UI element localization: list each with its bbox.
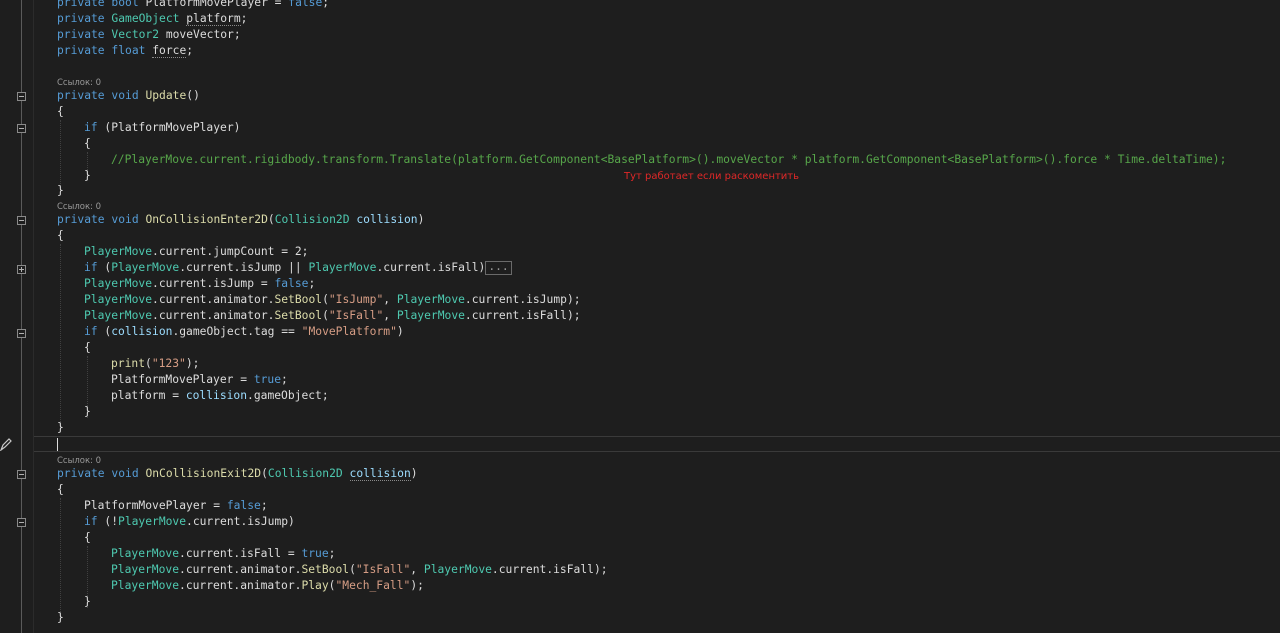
code-line[interactable]: private float force;: [57, 43, 193, 59]
quick-action-pencil-icon[interactable]: [0, 437, 12, 451]
code-line[interactable]: PlayerMove.current.animator.SetBool("IsF…: [84, 308, 581, 324]
code-line[interactable]: {: [84, 340, 91, 356]
code-line[interactable]: {: [57, 482, 64, 498]
code-line[interactable]: PlayerMove.current.isFall = true;: [111, 546, 335, 562]
indent-guide: [60, 120, 61, 190]
current-line-highlight: [34, 436, 1280, 452]
code-line[interactable]: if (!PlayerMove.current.isJump): [84, 514, 295, 530]
collapsed-block-button[interactable]: ...: [485, 261, 512, 275]
code-line[interactable]: PlatformMovePlayer = true;: [111, 372, 288, 388]
code-line[interactable]: }: [57, 610, 64, 626]
indent-guide: [60, 244, 61, 426]
fold-enter-icon[interactable]: [17, 216, 26, 225]
code-line[interactable]: }: [84, 594, 91, 610]
code-editor[interactable]: private bool PlatformMovePlayer = false;…: [0, 0, 1280, 633]
code-line[interactable]: PlayerMove.current.animator.SetBool("IsF…: [111, 562, 608, 578]
indent-guide: [60, 498, 61, 616]
code-line[interactable]: PlayerMove.current.jumpCount = 2;: [84, 244, 308, 260]
code-line-comment[interactable]: //PlayerMove.current.rigidbody.transform…: [111, 152, 1226, 168]
code-line[interactable]: if (collision.gameObject.tag == "MovePla…: [84, 324, 404, 340]
code-line[interactable]: {: [57, 228, 64, 244]
code-line[interactable]: PlayerMove.current.animator.SetBool("IsJ…: [84, 292, 581, 308]
code-line[interactable]: private bool PlatformMovePlayer = false;: [57, 0, 329, 11]
code-line[interactable]: private void OnCollisionExit2D(Collision…: [57, 466, 418, 482]
code-line[interactable]: PlatformMovePlayer = false;: [84, 498, 268, 514]
code-line[interactable]: {: [57, 104, 64, 120]
code-line[interactable]: private GameObject platform;: [57, 11, 247, 27]
code-line[interactable]: PlayerMove.current.isJump = false;: [84, 276, 315, 292]
code-line[interactable]: platform = collision.gameObject;: [111, 388, 329, 404]
text-caret: [57, 438, 58, 451]
fold-if-notjump-icon[interactable]: [17, 518, 26, 527]
code-line[interactable]: private void OnCollisionEnter2D(Collisio…: [57, 212, 424, 228]
code-line[interactable]: }: [57, 420, 64, 436]
code-line[interactable]: private Vector2 moveVector;: [57, 27, 241, 43]
code-line[interactable]: PlayerMove.current.animator.Play("Mech_F…: [111, 578, 424, 594]
code-line[interactable]: {: [84, 136, 91, 152]
fold-update-icon[interactable]: [17, 92, 26, 101]
fold-if-icon[interactable]: [17, 124, 26, 133]
red-annotation-text: Тут работает если раскоментить: [624, 171, 800, 182]
code-line[interactable]: }: [57, 183, 64, 199]
code-line[interactable]: if (PlatformMovePlayer): [84, 120, 240, 136]
fold-exit-icon[interactable]: [17, 470, 26, 479]
fold-if-tag-icon[interactable]: [17, 329, 26, 338]
code-line[interactable]: print("123");: [111, 356, 199, 372]
margin-divider: [33, 0, 34, 633]
code-line[interactable]: if (PlayerMove.current.isJump || PlayerM…: [84, 260, 512, 276]
code-line[interactable]: private void Update(): [57, 88, 200, 104]
code-line[interactable]: }: [84, 404, 91, 420]
code-line[interactable]: }: [84, 168, 91, 184]
expand-if-icon[interactable]: [17, 265, 26, 274]
code-line[interactable]: {: [84, 530, 91, 546]
